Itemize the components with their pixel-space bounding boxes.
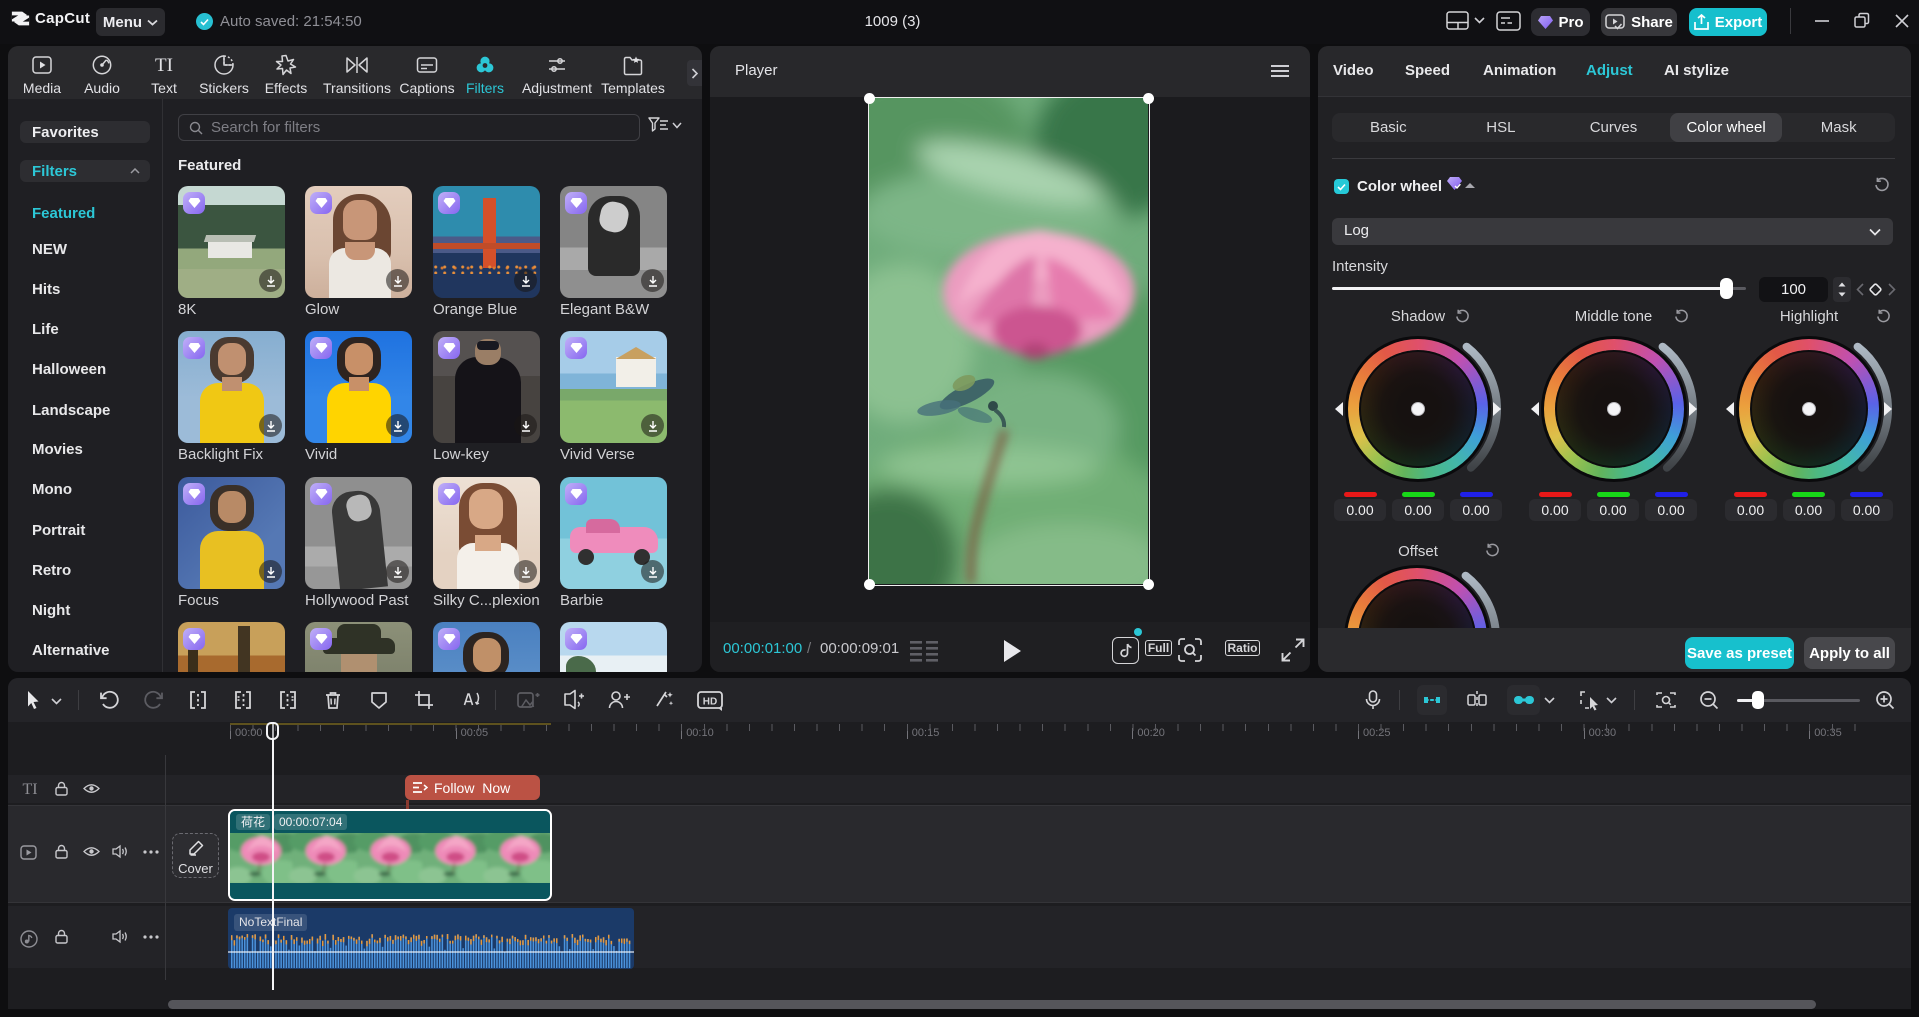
svg-text:HD: HD	[703, 697, 717, 708]
svg-text:TI: TI	[22, 781, 37, 797]
svg-text:TI: TI	[155, 55, 173, 76]
